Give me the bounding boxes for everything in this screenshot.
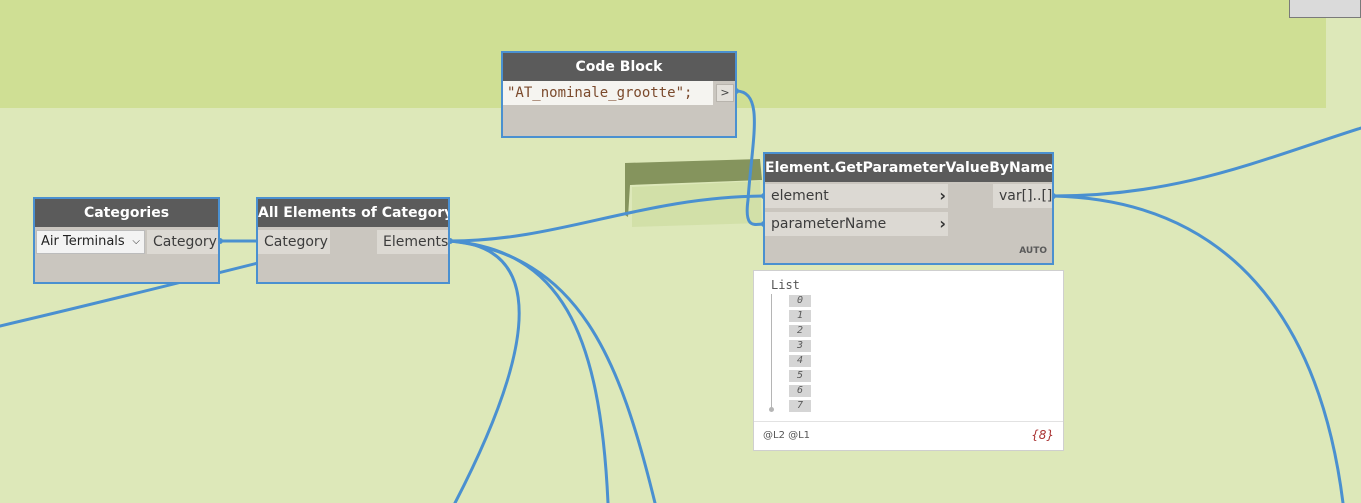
dropdown-value: Air Terminals	[41, 234, 125, 249]
port-label: var[]..[]	[999, 188, 1053, 204]
list-index: 1	[789, 310, 811, 322]
chevron-right-icon: ›	[939, 214, 946, 233]
get-parameter-value-node[interactable]: Element.GetParameterValueByName element …	[763, 152, 1054, 265]
wire-elements-down-3	[448, 239, 657, 503]
wire-output-down-right	[1051, 194, 1345, 503]
output-port-elements[interactable]: Elements	[377, 230, 448, 254]
list-index: 4	[789, 355, 811, 367]
input-port-category[interactable]: Category	[258, 230, 330, 254]
code-text: "AT_nominale_grootte";	[507, 85, 693, 101]
wire-code-to-parametername	[734, 89, 766, 226]
node-title[interactable]: Code Block	[503, 53, 735, 81]
code-block-node[interactable]: Code Block "AT_nominale_grootte"; >	[501, 51, 737, 138]
list-index: 2	[789, 325, 811, 337]
all-elements-of-category-node[interactable]: All Elements of Category Category Elemen…	[256, 197, 450, 284]
list-tree-end-dot	[769, 407, 774, 412]
item-count: {8}	[1031, 428, 1054, 442]
node-title[interactable]: All Elements of Category	[258, 199, 448, 227]
output-port-category[interactable]: Category	[147, 230, 218, 254]
category-dropdown[interactable]: Air Terminals ⌵	[36, 230, 145, 254]
port-label: Category	[153, 234, 217, 250]
port-label: element	[771, 188, 829, 204]
preview-bubble[interactable]: List 0 1 2 3 4 5 6 7 @L2 @L1 {8}	[753, 270, 1064, 451]
input-port-element[interactable]: element ›	[765, 184, 948, 208]
list-root-label: List	[771, 278, 800, 292]
list-levels[interactable]: @L2 @L1	[763, 430, 810, 441]
list-index: 6	[789, 385, 811, 397]
input-port-parametername[interactable]: parameterName ›	[765, 212, 948, 236]
wire-output-up-right	[1051, 126, 1361, 198]
chevron-down-icon: ⌵	[132, 236, 140, 247]
lacing-indicator[interactable]: AUTO	[1019, 246, 1047, 256]
node-title[interactable]: Element.GetParameterValueByName	[765, 154, 1052, 182]
code-editor[interactable]: "AT_nominale_grootte";	[503, 81, 713, 105]
wire-elements-down-1	[448, 239, 521, 503]
categories-node[interactable]: Categories Air Terminals ⌵ Category	[33, 197, 220, 284]
list-index: 0	[789, 295, 811, 307]
list-tree-rail	[771, 294, 772, 409]
port-label: Elements	[383, 234, 449, 250]
output-arrow-icon: >	[720, 86, 730, 99]
output-port-code[interactable]: >	[716, 84, 734, 102]
list-index: 3	[789, 340, 811, 352]
wire-elements-to-element	[448, 194, 766, 243]
graph-canvas[interactable]: Categories Air Terminals ⌵ Category All …	[0, 0, 1361, 503]
node-title[interactable]: Categories	[35, 199, 218, 227]
preview-divider	[754, 421, 1063, 422]
port-label: parameterName	[771, 216, 887, 232]
output-port-var[interactable]: var[]..[]	[993, 184, 1052, 208]
port-label: Category	[264, 234, 328, 250]
list-index: 7	[789, 400, 811, 412]
chevron-right-icon: ›	[939, 186, 946, 205]
list-index: 5	[789, 370, 811, 382]
